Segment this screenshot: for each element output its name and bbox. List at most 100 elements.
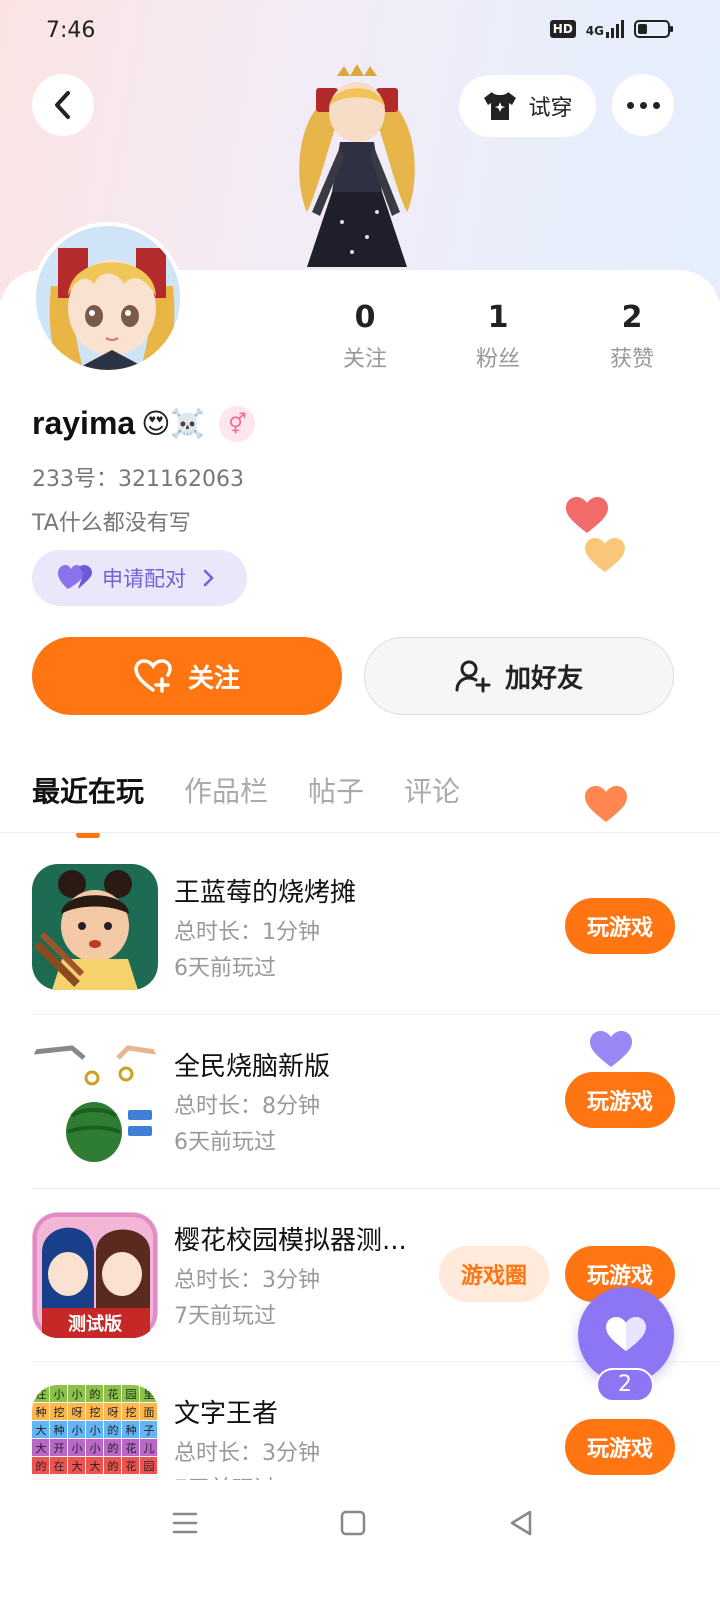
game-duration: 总时长：3分钟 [174, 1441, 320, 1466]
grid-char: 种 [54, 1423, 65, 1437]
play-game-button[interactable]: 玩游戏 [565, 898, 675, 954]
grid-char: 小 [72, 1424, 83, 1437]
back-button[interactable] [32, 74, 94, 136]
stat-label: 粉丝 [475, 347, 520, 372]
tab-recently-played[interactable]: 最近在玩 [32, 770, 144, 810]
add-friend-button[interactable]: 加好友 [364, 637, 674, 715]
avatar[interactable] [32, 222, 184, 374]
user-plus-icon [455, 660, 491, 693]
game-last-played: 6天前玩过 [174, 1130, 276, 1155]
stat-likes[interactable]: 2 获赞 [582, 300, 682, 373]
battery-icon [634, 20, 673, 38]
grid-char: 种 [126, 1423, 137, 1437]
floating-heart-icon [585, 786, 627, 822]
menu-icon[interactable] [172, 1510, 198, 1536]
stat-value: 0 [354, 300, 376, 335]
game-icon [32, 1038, 158, 1164]
stat-following[interactable]: 0 关注 [315, 300, 415, 373]
grid-char: 挖 [54, 1405, 65, 1419]
game-circle-button[interactable]: 游戏圈 [439, 1246, 549, 1302]
game-title: 文字王者 [174, 1399, 279, 1429]
grid-char: 挖 [126, 1405, 137, 1419]
grid-char: 的 [36, 1459, 47, 1473]
play-game-button[interactable]: 玩游戏 [565, 1419, 675, 1475]
grid-char: 大 [36, 1423, 47, 1437]
play-game-button[interactable]: 玩游戏 [565, 1072, 675, 1128]
follow-button[interactable]: 关注 [32, 637, 342, 715]
chevron-right-icon [203, 569, 214, 587]
game-last-played: 7天前玩过 [174, 1471, 276, 1480]
profile-tabs: 最近在玩 作品栏 帖子 评论 [32, 770, 460, 810]
game-icon [32, 864, 158, 990]
list-item[interactable]: 王蓝莓的烧烤摊 总时长：1分钟 6天前玩过 玩游戏 [0, 848, 720, 1022]
grid-char: 开 [54, 1442, 65, 1455]
stat-value: 2 [621, 300, 643, 335]
grid-char: 花 [108, 1388, 119, 1401]
apply-pair-label: 申请配对 [102, 567, 186, 591]
grid-char: 小 [90, 1442, 101, 1455]
network-type: 4G [585, 24, 604, 38]
follow-label: 关注 [187, 663, 240, 694]
gender-icon: ⚥ [219, 405, 256, 442]
grid-char: 小 [72, 1388, 83, 1401]
home-icon[interactable] [340, 1510, 366, 1536]
chevron-left-icon [55, 91, 70, 119]
grid-char: 在 [54, 1460, 65, 1473]
hd-icon: HD [549, 20, 576, 38]
stat-label: 关注 [342, 347, 387, 372]
grid-char: 大 [36, 1441, 47, 1455]
heart-icon [606, 1317, 646, 1352]
tab-comments[interactable]: 评论 [404, 770, 460, 810]
grid-char: 儿 [144, 1442, 155, 1455]
grid-char: 挖 [90, 1405, 101, 1419]
more-icon [626, 101, 660, 109]
tshirt-icon [484, 92, 517, 120]
floating-heart-icon [585, 538, 625, 573]
grid-char: 花 [126, 1442, 137, 1455]
like-count-badge: 2 [596, 1368, 654, 1402]
game-duration: 总时长：3分钟 [174, 1268, 320, 1293]
game-icon: 在小小的花园里种挖呀挖呀挖面大种小小的种子大开小小的花儿的在大大的花园 [32, 1385, 158, 1480]
divider [32, 1014, 720, 1015]
grid-char: 里 [144, 1388, 155, 1401]
grid-char: 呀 [72, 1406, 83, 1419]
system-nav-bar [0, 1480, 720, 1600]
grid-char: 大 [90, 1459, 101, 1473]
game-badge-text: 测试版 [68, 1313, 122, 1335]
uid-value: 321162063 [118, 467, 244, 492]
game-title: 全民烧脑新版 [174, 1052, 331, 1082]
avatar-full-body-image [282, 62, 432, 272]
grid-char: 小 [90, 1424, 101, 1437]
grid-char: 小 [72, 1442, 83, 1455]
grid-char: 的 [108, 1423, 119, 1437]
game-duration: 总时长：1分钟 [174, 920, 320, 945]
username-row: rayima 😍☠️ ⚥ [32, 405, 256, 442]
uid-label: 233号： [32, 467, 118, 492]
back-nav-icon[interactable] [508, 1510, 534, 1536]
list-item[interactable]: 全民烧脑新版 总时长：8分钟 6天前玩过 玩游戏 [0, 1022, 720, 1196]
grid-char: 在 [36, 1388, 47, 1401]
grid-char: 大 [72, 1459, 83, 1473]
more-options-button[interactable] [612, 74, 674, 136]
game-duration: 总时长：8分钟 [174, 1094, 320, 1119]
status-bar: 7:46 HD 4G [0, 0, 720, 62]
stat-followers[interactable]: 1 粉丝 [448, 300, 548, 373]
game-title: 王蓝莓的烧烤摊 [174, 878, 357, 908]
game-icon: 测试版 [32, 1212, 158, 1338]
status-icons: HD 4G [549, 20, 673, 38]
heart-plus-icon [134, 659, 172, 693]
game-title: 樱花校园模拟器测... [174, 1226, 407, 1256]
tab-posts[interactable]: 帖子 [308, 770, 364, 810]
tab-works[interactable]: 作品栏 [184, 770, 268, 810]
user-id: 233号：321162063 [32, 461, 244, 493]
grid-char: 面 [144, 1406, 155, 1419]
stat-label: 获赞 [609, 347, 654, 372]
signal-icon: 4G [586, 20, 624, 38]
apply-pair-button[interactable]: 申请配对 [32, 550, 247, 606]
user-bio: TA什么都没有写 [32, 511, 191, 536]
grid-char: 的 [108, 1459, 119, 1473]
double-heart-icon [58, 565, 92, 589]
grid-char: 园 [144, 1460, 155, 1473]
try-on-button[interactable]: 试穿 [459, 75, 596, 137]
stat-value: 1 [487, 300, 509, 335]
